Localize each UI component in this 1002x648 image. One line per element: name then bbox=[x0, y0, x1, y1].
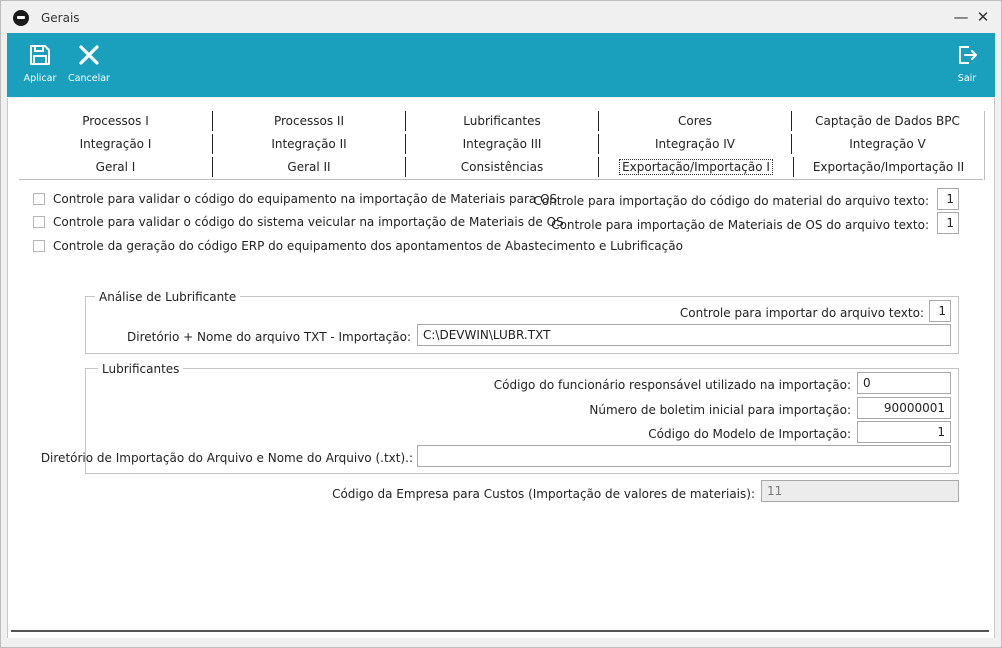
tab-integracao-i[interactable]: Integração I bbox=[19, 134, 213, 154]
checkbox-box[interactable] bbox=[33, 216, 45, 228]
material-code-import-label: Controle para importação do código do ma… bbox=[533, 194, 929, 208]
toolbar: Aplicar Cancelar Sair bbox=[7, 33, 995, 97]
import-model-field[interactable]: 1 bbox=[857, 421, 951, 443]
txt-directory-field[interactable]: C:\DEVWIN\LUBR.TXT bbox=[417, 324, 951, 346]
bulletin-number-label: Número de boletim inicial para importaçã… bbox=[589, 403, 851, 417]
import-control-field[interactable]: 1 bbox=[929, 300, 951, 322]
exit-button[interactable]: Sair bbox=[947, 39, 987, 91]
window-title: Gerais bbox=[41, 11, 80, 25]
analise-lubrificante-legend: Análise de Lubrificante bbox=[95, 290, 241, 304]
bottom-divider bbox=[11, 630, 989, 632]
import-control-label: Controle para importar do arquivo texto: bbox=[679, 306, 924, 320]
tab-processos-i[interactable]: Processos I bbox=[19, 111, 213, 131]
save-icon bbox=[30, 45, 50, 65]
checkbox-label: Controle para validar o código do equipa… bbox=[53, 192, 558, 206]
checkbox-label: Controle para validar o código do sistem… bbox=[53, 215, 564, 229]
close-icon[interactable]: ✕ bbox=[973, 7, 993, 27]
checkbox-erp-code-generation[interactable]: Controle da geração do código ERP do equ… bbox=[33, 239, 683, 255]
checkbox-validate-vehicle-system[interactable]: Controle para validar o código do sistem… bbox=[33, 215, 593, 231]
apply-button[interactable]: Aplicar bbox=[19, 39, 61, 91]
tab-integracao-v[interactable]: Integração V bbox=[792, 134, 983, 154]
txt-directory-label: Diretório + Nome do arquivo TXT - Import… bbox=[127, 330, 411, 344]
tab-geral-i[interactable]: Geral I bbox=[19, 157, 213, 177]
os-materials-import-label: Controle para importação de Materiais de… bbox=[551, 218, 929, 232]
cancel-button[interactable]: Cancelar bbox=[65, 39, 113, 91]
import-directory-field[interactable] bbox=[417, 445, 951, 467]
tab-strip: Processos I Processos II Lubrificantes C… bbox=[19, 111, 983, 181]
import-directory-label: Diretório de Importação do Arquivo e Nom… bbox=[40, 451, 413, 465]
title-bar: Gerais — ✕ bbox=[1, 1, 1001, 33]
tab-consistencias[interactable]: Consistências bbox=[406, 157, 599, 177]
tab-captacao-bpc[interactable]: Captação de Dados BPC bbox=[792, 111, 983, 131]
tab-exportacao-importacao-ii[interactable]: Exportação/Importação II bbox=[794, 157, 983, 177]
checkbox-box[interactable] bbox=[33, 240, 45, 252]
exit-label: Sair bbox=[957, 73, 977, 84]
minimize-icon[interactable]: — bbox=[951, 7, 971, 27]
employee-code-field[interactable]: 0 bbox=[857, 372, 951, 394]
tab-edge bbox=[984, 111, 985, 180]
material-code-import-field[interactable]: 1 bbox=[937, 188, 959, 210]
tab-divider bbox=[19, 179, 983, 180]
tab-lubrificantes[interactable]: Lubrificantes bbox=[406, 111, 599, 131]
x-icon bbox=[79, 45, 99, 65]
checkbox-label: Controle da geração do código ERP do equ… bbox=[53, 239, 683, 253]
cancel-label: Cancelar bbox=[68, 73, 110, 84]
tab-geral-ii[interactable]: Geral II bbox=[213, 157, 406, 177]
tab-cores[interactable]: Cores bbox=[599, 111, 792, 131]
app-logo-icon bbox=[13, 10, 29, 26]
exit-icon bbox=[959, 46, 977, 64]
company-code-field: 11 bbox=[761, 480, 959, 502]
checkbox-validate-equipment[interactable]: Controle para validar o código do equipa… bbox=[33, 192, 593, 208]
checkbox-box[interactable] bbox=[33, 193, 45, 205]
tab-integracao-ii[interactable]: Integração II bbox=[213, 134, 406, 154]
settings-window: Gerais — ✕ Aplicar Cancelar Sair Process… bbox=[0, 0, 1002, 648]
tab-exportacao-importacao-i[interactable]: Exportação/Importação I bbox=[599, 157, 794, 177]
employee-code-label: Código do funcionário responsável utiliz… bbox=[493, 378, 851, 392]
bulletin-number-field[interactable]: 90000001 bbox=[857, 397, 951, 419]
company-code-label: Código da Empresa para Custos (Importaçã… bbox=[332, 487, 755, 501]
tab-processos-ii[interactable]: Processos II bbox=[213, 111, 406, 131]
apply-label: Aplicar bbox=[23, 73, 57, 84]
os-materials-import-field[interactable]: 1 bbox=[937, 212, 959, 234]
lubrificantes-legend: Lubrificantes bbox=[98, 362, 184, 376]
tab-integracao-iv[interactable]: Integração IV bbox=[599, 134, 792, 154]
import-model-label: Código do Modelo de Importação: bbox=[648, 427, 851, 441]
tab-integracao-iii[interactable]: Integração III bbox=[406, 134, 599, 154]
